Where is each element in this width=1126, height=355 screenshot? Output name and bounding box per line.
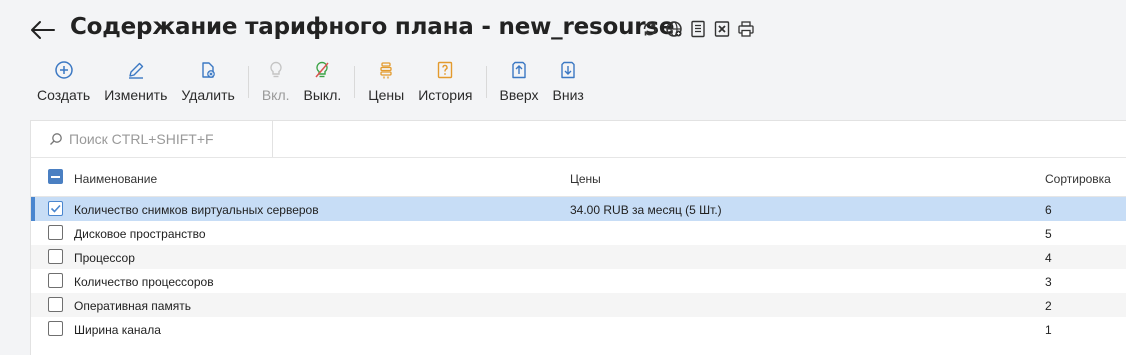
arrow-down-doc-icon <box>561 61 575 79</box>
column-header-name[interactable]: Наименование <box>74 172 157 186</box>
search-input[interactable] <box>69 131 269 147</box>
pencil-icon <box>128 62 143 79</box>
delete-button-label: Удалить <box>181 87 235 103</box>
delete-button[interactable]: Удалить <box>174 58 241 103</box>
row-checkbox[interactable] <box>48 201 63 216</box>
create-button-label: Создать <box>37 87 91 103</box>
coins-stack-icon <box>380 62 392 79</box>
printer-icon[interactable] <box>737 20 755 38</box>
excel-icon[interactable] <box>713 20 731 38</box>
document-list-icon[interactable] <box>689 20 707 38</box>
back-arrow-icon[interactable] <box>30 17 56 43</box>
history-button-label: История <box>418 87 473 103</box>
row-name: Ширина канала <box>74 323 161 337</box>
row-checkbox[interactable] <box>48 273 63 288</box>
toolbar-divider <box>247 66 249 98</box>
toolbar-divider <box>354 66 356 98</box>
table-row[interactable]: Процессор 4 <box>31 245 1126 269</box>
table-row[interactable]: Ширина канала 1 <box>31 317 1126 341</box>
page-title: Содержание тарифного плана - new_resours… <box>70 14 675 40</box>
delete-document-icon <box>202 62 215 78</box>
lightbulb-icon <box>270 61 282 78</box>
row-sort: 1 <box>1045 323 1052 337</box>
move-down-button-label: Вниз <box>552 87 584 103</box>
row-name: Количество процессоров <box>74 275 214 289</box>
row-sort: 2 <box>1045 299 1052 313</box>
checkmark-icon <box>50 204 61 213</box>
table-row[interactable]: Оперативная память 2 <box>31 293 1126 317</box>
disable-button-label: Выкл. <box>303 87 342 103</box>
table-row[interactable]: Количество процессоров 3 <box>31 269 1126 293</box>
edit-button[interactable]: Изменить <box>97 58 174 103</box>
row-checkbox[interactable] <box>48 321 63 336</box>
table-row[interactable]: Дисковое пространство 5 <box>31 221 1126 245</box>
globe-icon[interactable] <box>665 20 683 38</box>
row-price: 34.00 RUB за месяц (5 Шт.) <box>570 203 722 217</box>
row-sort: 3 <box>1045 275 1052 289</box>
row-checkbox[interactable] <box>48 225 63 240</box>
lightbulb-off-icon <box>315 61 329 78</box>
column-header-price[interactable]: Цены <box>570 172 601 186</box>
row-name: Процессор <box>74 251 135 265</box>
prices-button[interactable]: Цены <box>361 58 411 103</box>
row-name: Дисковое пространство <box>74 227 206 241</box>
row-sort: 5 <box>1045 227 1052 241</box>
move-down-button[interactable]: Вниз <box>546 58 591 103</box>
page-header: Содержание тарифного плана - new_resours… <box>0 0 1126 60</box>
arrow-up-doc-icon <box>512 61 526 79</box>
row-checkbox[interactable] <box>48 297 63 312</box>
move-up-button[interactable]: Вверх <box>493 58 546 103</box>
create-button[interactable]: Создать <box>30 58 97 103</box>
select-all-checkbox[interactable] <box>48 169 63 184</box>
enable-button[interactable]: Вкл. <box>255 58 297 103</box>
prices-button-label: Цены <box>368 87 405 103</box>
search-icon <box>50 133 62 145</box>
plus-circle-icon <box>54 61 73 79</box>
enable-button-label: Вкл. <box>261 87 290 103</box>
row-sort: 4 <box>1045 251 1052 265</box>
edit-button-label: Изменить <box>104 87 168 103</box>
table-row[interactable]: Количество снимков виртуальных серверов … <box>31 197 1126 221</box>
items-table: Наименование Цены Сортировка Количество … <box>31 157 1126 341</box>
search-box <box>31 121 273 157</box>
row-checkbox[interactable] <box>48 249 63 264</box>
refresh-icon[interactable] <box>641 20 659 38</box>
toolbar-divider <box>485 66 487 98</box>
question-doc-icon <box>438 61 453 79</box>
move-up-button-label: Вверх <box>499 87 539 103</box>
row-name: Оперативная память <box>74 299 191 313</box>
column-header-sort[interactable]: Сортировка <box>1045 172 1111 186</box>
content-panel: Наименование Цены Сортировка Количество … <box>30 120 1126 355</box>
history-button[interactable]: История <box>411 58 479 103</box>
disable-button[interactable]: Выкл. <box>297 58 349 103</box>
row-sort: 6 <box>1045 203 1052 217</box>
table-header: Наименование Цены Сортировка <box>31 157 1126 197</box>
header-actions <box>641 20 755 38</box>
row-name: Количество снимков виртуальных серверов <box>74 203 319 217</box>
toolbar: Создать Изменить Удалить Вкл. Выкл. Цены… <box>30 58 591 104</box>
